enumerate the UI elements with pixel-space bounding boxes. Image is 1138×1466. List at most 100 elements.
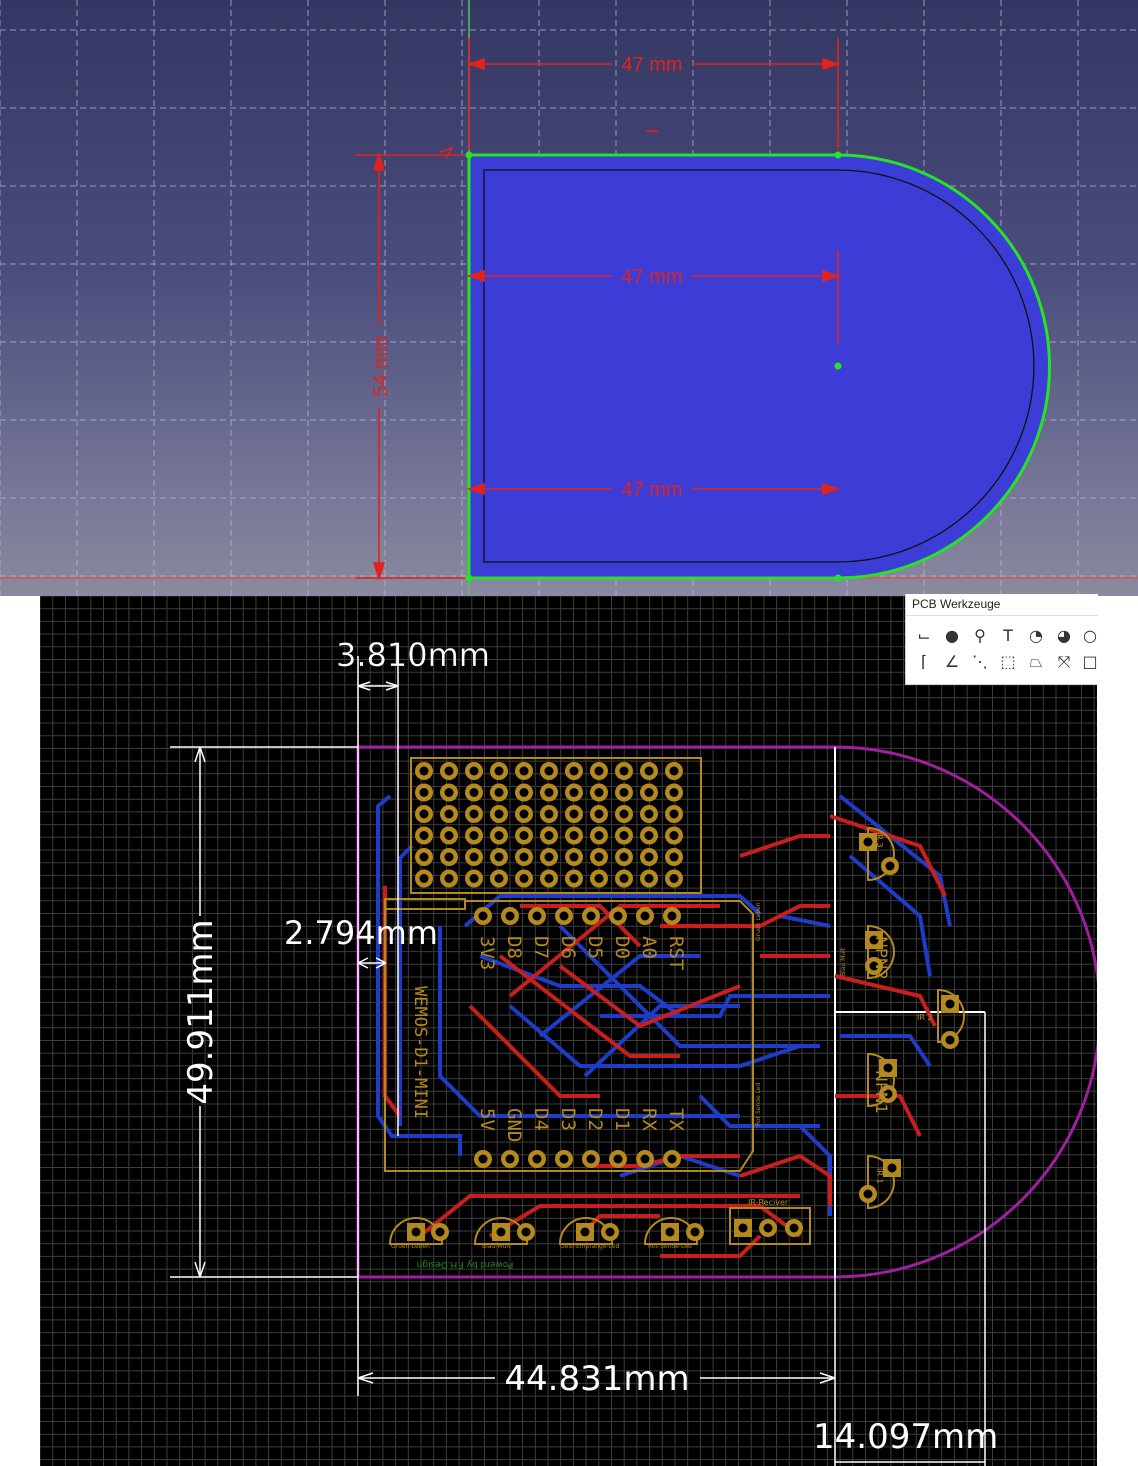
arc-ccw-icon[interactable]: ◕ [1054, 626, 1074, 646]
pcb-pad [615, 805, 633, 823]
angle-icon[interactable]: ∠ [942, 652, 962, 672]
pcb-pad [515, 805, 533, 823]
pin-label: D8 [503, 936, 525, 959]
cad-sketch-canvas[interactable]: 47 mm 47 mm 47 mm 54 mm [0, 0, 1138, 600]
pin-label: A0 [638, 936, 660, 959]
module-label: WEMOS-D1-MINI [410, 986, 430, 1119]
pcb-toolbar: PCB Werkzeuge ⌙ ● ⚲ T ◔ ◕ ○ ⌈ ∠ ⋱ ⬚ ⏢ ⤧ … [905, 594, 1098, 685]
pcb-pad [941, 1031, 959, 1049]
dimension-label-height[interactable]: 54 mm [370, 335, 392, 396]
dimension-label-arc[interactable]: 14.097mm [813, 1417, 998, 1457]
pcb-pad [609, 1150, 627, 1168]
pcb-pad [465, 826, 483, 845]
pcb-pad [465, 805, 483, 823]
pcb-pad [590, 805, 608, 823]
pcb-pad [515, 869, 533, 888]
pcb-pad [881, 857, 899, 875]
pin-label: RX [638, 1108, 660, 1131]
dimension-label-bottom[interactable]: 47 mm [621, 479, 682, 501]
dimension-label-height[interactable]: 49.911mm [181, 919, 221, 1104]
pcb-pad [615, 783, 633, 802]
pcb-pad [515, 762, 533, 780]
pcb-pad [415, 805, 433, 823]
pcb-pad [665, 762, 683, 780]
ripup-icon[interactable]: ⤧ [1054, 652, 1074, 672]
side-label-rot: Rot Sende Led [755, 1083, 762, 1126]
dimension-label-width[interactable]: 44.831mm [504, 1359, 689, 1399]
pcb-layout-view[interactable]: 3.810mm 2.794mm 49.911mm 44.831mm 14.097… [40, 596, 1097, 1466]
dimension-label-middle[interactable]: 47 mm [621, 266, 682, 288]
pcb-pad [609, 907, 627, 925]
pcb-pad [540, 805, 558, 823]
pcb-pad [582, 907, 600, 925]
pcb-pad [565, 848, 583, 866]
pcb-pad [465, 783, 483, 802]
pcb-pad [665, 805, 683, 823]
toolbar-divider [906, 615, 1098, 616]
pcb-pad [665, 826, 683, 845]
pcb-pad [615, 869, 633, 888]
route-icon[interactable]: ⌙ [914, 626, 934, 646]
pin-label: D5 [584, 936, 606, 959]
pcb-pad [859, 833, 877, 851]
side-label-gruen: Gruen Leben [755, 902, 762, 941]
led-label-blau: Blau-Mult [482, 1243, 511, 1250]
pin-label: D4 [530, 1108, 552, 1131]
pcb-pad [590, 848, 608, 866]
led-label-gelb: Gelb-Empfange-Led [560, 1243, 620, 1250]
pcb-pad [665, 869, 683, 888]
pcb-pad [415, 762, 433, 780]
wire-icon[interactable]: ⌈ [914, 652, 934, 672]
pcb-pad [540, 762, 558, 780]
pcb-pad [640, 762, 658, 780]
signal-icon[interactable]: ⚲ [970, 626, 990, 646]
rect-icon[interactable]: ⬚ [998, 652, 1018, 672]
text-icon[interactable]: T [998, 626, 1018, 646]
pcb-pad [515, 826, 533, 845]
dimension-label-inner[interactable]: 2.794mm [284, 914, 438, 952]
pcb-pad [501, 907, 519, 925]
pcb-pad [565, 826, 583, 845]
pin-labels-bottom: TXRXD1D2D3D4GND5V [476, 1108, 687, 1142]
pcb-pad [407, 1223, 425, 1241]
ratsnest-icon[interactable]: ⋱ [970, 652, 990, 672]
pcb-pad [859, 1185, 877, 1203]
pcb-pad [615, 826, 633, 845]
pcb-pad [686, 1223, 704, 1241]
pcb-pad [663, 907, 681, 925]
dimension-label-top[interactable]: 3.810mm [336, 636, 490, 674]
ir-receiver-label: IR-Reciver [748, 1198, 789, 1207]
pcb-pad [490, 869, 508, 888]
pcb-pad [490, 762, 508, 780]
frame-icon[interactable]: □ [1082, 652, 1098, 672]
pcb-pad [415, 826, 433, 845]
pcb-pad [440, 869, 458, 888]
pcb-pad [582, 1150, 600, 1168]
pcb-pad [640, 848, 658, 866]
dimension-label-top[interactable]: 47 mm [621, 54, 682, 76]
circle-icon[interactable]: ○ [1082, 626, 1098, 646]
vertex-point [465, 151, 473, 159]
ir3-label: IR 3 [875, 832, 884, 848]
pcb-pad [515, 848, 533, 866]
arc-center-point [834, 362, 842, 370]
pcb-pad [665, 848, 683, 866]
pcb-pad [663, 1150, 681, 1168]
pcb-pad [540, 783, 558, 802]
pcb-pad [941, 995, 959, 1013]
arc-cw-icon[interactable]: ◔ [1026, 626, 1046, 646]
pcb-pad [640, 826, 658, 845]
pcb-pad [440, 848, 458, 866]
pcb-pad [540, 826, 558, 845]
pin-label: GND [503, 1108, 525, 1142]
pcb-canvas[interactable]: 3.810mm 2.794mm 49.911mm 44.831mm 14.097… [40, 596, 1097, 1466]
cad-sketch-view[interactable]: 47 mm 47 mm 47 mm 54 mm [0, 0, 1138, 600]
pcb-pad [540, 848, 558, 866]
pcb-pad [501, 1150, 519, 1168]
polygon-icon[interactable]: ⏢ [1026, 652, 1046, 672]
pcb-pad [565, 869, 583, 888]
vertex-point [465, 574, 473, 582]
via-icon[interactable]: ● [942, 626, 962, 646]
pcb-pad [431, 1223, 449, 1241]
pcb-pad [665, 783, 683, 802]
